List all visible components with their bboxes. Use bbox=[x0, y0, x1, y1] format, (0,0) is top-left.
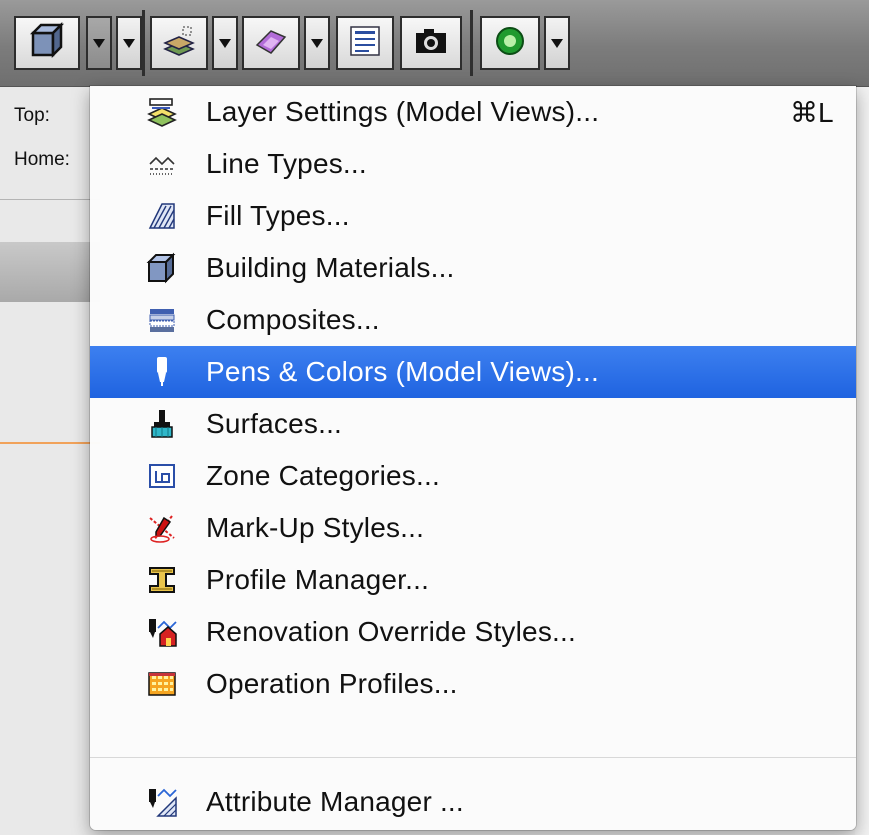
menu-item-zone-categories[interactable]: Zone Categories... bbox=[90, 450, 856, 502]
menu-item-label: Composites... bbox=[206, 304, 380, 335]
top-label: Top: bbox=[14, 105, 50, 126]
menu-item-surfaces[interactable]: Surfaces... bbox=[90, 398, 856, 450]
divider bbox=[0, 199, 100, 200]
toolbar-layer-dropdown[interactable] bbox=[212, 16, 238, 70]
menu-item-label: Operation Profiles... bbox=[206, 668, 458, 699]
surfaces-brush-icon bbox=[146, 408, 178, 440]
building-material-icon bbox=[27, 21, 67, 66]
menu-item-label: Building Materials... bbox=[206, 252, 455, 283]
profile-manager-icon bbox=[146, 564, 178, 596]
menu-item-label: Profile Manager... bbox=[206, 564, 430, 595]
background-panel-right bbox=[855, 87, 869, 835]
menu-item-profile-manager[interactable]: Profile Manager... bbox=[90, 554, 856, 606]
menu-item-label: Attribute Manager ... bbox=[206, 786, 464, 817]
line-types-icon bbox=[146, 148, 178, 180]
chevron-down-icon bbox=[123, 38, 135, 48]
chevron-down-icon bbox=[93, 38, 105, 48]
menu-item-fill-types[interactable]: Fill Types... bbox=[90, 190, 856, 242]
pen-icon bbox=[146, 355, 178, 387]
toolbar-layer-button[interactable] bbox=[150, 16, 208, 70]
text-document-icon bbox=[347, 23, 383, 64]
toolbar bbox=[0, 0, 869, 87]
menu-item-label: Renovation Override Styles... bbox=[206, 616, 576, 647]
menu-item-pens-colors[interactable]: Pens & Colors (Model Views)... bbox=[90, 346, 856, 398]
renovation-override-icon bbox=[146, 616, 178, 648]
layer-settings-icon bbox=[161, 23, 197, 64]
menu-item-renovation-override-styles[interactable]: Renovation Override Styles... bbox=[90, 606, 856, 658]
menu-item-label: Fill Types... bbox=[206, 200, 350, 231]
accent-line bbox=[0, 442, 100, 444]
menu-separator bbox=[90, 757, 856, 758]
menu-item-shortcut: ⌘L bbox=[790, 96, 834, 128]
chevron-down-icon bbox=[551, 38, 563, 48]
background-panel: Top: Home: bbox=[0, 87, 100, 835]
menu-item-operation-profiles[interactable]: Operation Profiles... bbox=[90, 658, 856, 710]
toolbar-separator bbox=[470, 10, 473, 76]
toolbar-surface-dropdown[interactable] bbox=[304, 16, 330, 70]
toolbar-building-material-button[interactable] bbox=[14, 16, 80, 70]
toolbar-building-material-dropdown[interactable] bbox=[86, 16, 112, 70]
surface-icon bbox=[253, 23, 289, 64]
chevron-down-icon bbox=[219, 38, 231, 48]
toolbar-dropdown-2[interactable] bbox=[116, 16, 142, 70]
menu-item-layer-settings[interactable]: Layer Settings (Model Views)... ⌘L bbox=[90, 86, 856, 138]
green-circle-icon bbox=[492, 23, 528, 64]
home-label: Home: bbox=[14, 149, 70, 170]
zone-categories-icon bbox=[146, 460, 178, 492]
panel-header-bar bbox=[0, 242, 100, 302]
markup-styles-icon bbox=[146, 512, 178, 544]
layer-settings-icon bbox=[146, 96, 178, 128]
menu-item-attribute-manager[interactable]: Attribute Manager ... bbox=[90, 776, 856, 828]
composites-icon bbox=[146, 304, 178, 336]
menu-item-line-types[interactable]: Line Types... bbox=[90, 138, 856, 190]
menu-item-label: Pens & Colors (Model Views)... bbox=[206, 356, 599, 387]
toolbar-text-button[interactable] bbox=[336, 16, 394, 70]
fill-types-icon bbox=[146, 200, 178, 232]
building-materials-icon bbox=[146, 252, 178, 284]
menu-item-label: Layer Settings (Model Views)... bbox=[206, 96, 600, 127]
attribute-manager-icon bbox=[146, 786, 178, 818]
toolbar-surface-button[interactable] bbox=[242, 16, 300, 70]
toolbar-green-circle-button[interactable] bbox=[480, 16, 540, 70]
menu-item-label: Zone Categories... bbox=[206, 460, 440, 491]
chevron-down-icon bbox=[311, 38, 323, 48]
menu-item-label: Mark-Up Styles... bbox=[206, 512, 425, 543]
camera-icon bbox=[412, 23, 450, 64]
operation-profiles-icon bbox=[146, 668, 178, 700]
toolbar-separator bbox=[142, 10, 145, 76]
menu-item-label: Line Types... bbox=[206, 148, 367, 179]
menu-item-composites[interactable]: Composites... bbox=[90, 294, 856, 346]
options-menu: Layer Settings (Model Views)... ⌘L Line … bbox=[90, 86, 856, 830]
toolbar-camera-button[interactable] bbox=[400, 16, 462, 70]
toolbar-green-circle-dropdown[interactable] bbox=[544, 16, 570, 70]
menu-item-markup-styles[interactable]: Mark-Up Styles... bbox=[90, 502, 856, 554]
menu-item-building-materials[interactable]: Building Materials... bbox=[90, 242, 856, 294]
menu-item-label: Surfaces... bbox=[206, 408, 343, 439]
